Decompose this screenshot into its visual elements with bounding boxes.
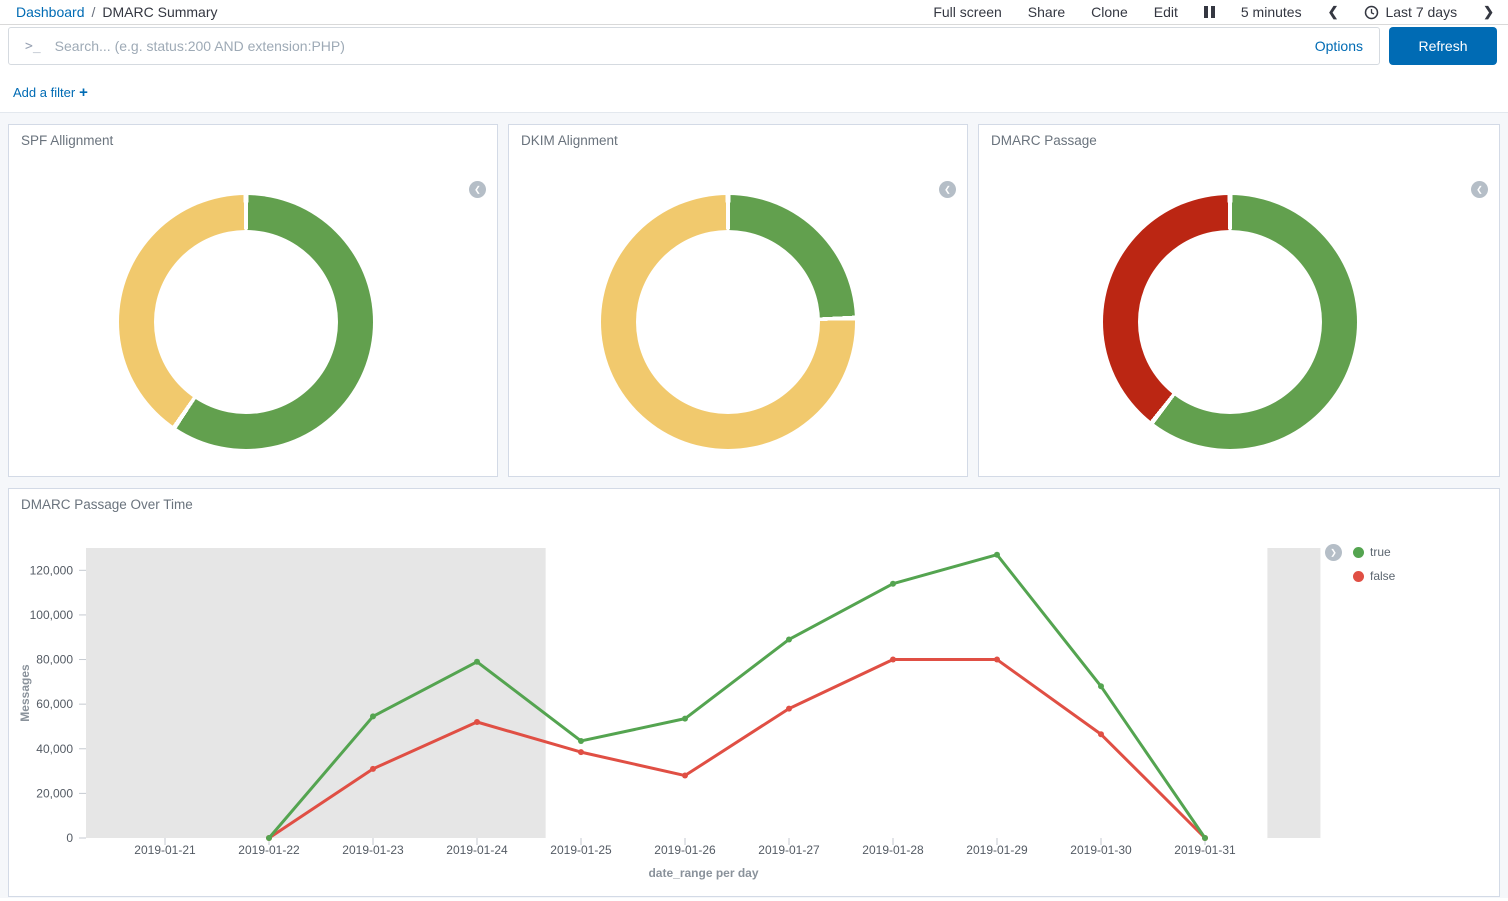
legend-collapse-button[interactable]: ❮ [469, 181, 486, 198]
options-link[interactable]: Options [1315, 38, 1363, 54]
refresh-interval-button[interactable]: 5 minutes [1241, 4, 1302, 20]
svg-text:date_range per day: date_range per day [648, 866, 758, 880]
svg-text:120,000: 120,000 [30, 563, 74, 577]
pause-icon[interactable] [1204, 6, 1215, 18]
topnav-menu: Full screen Share Clone Edit 5 minutes ❮… [933, 4, 1494, 20]
share-button[interactable]: Share [1028, 4, 1065, 20]
dkim-donut-chart[interactable] [601, 195, 855, 449]
legend-collapse-button[interactable]: ❮ [1471, 181, 1488, 198]
panel-dmarc-over-time: DMARC Passage Over Time ❯ 020,00040,0006… [8, 488, 1500, 897]
svg-text:2019-01-26: 2019-01-26 [654, 843, 716, 857]
panel-title: DMARC Passage [991, 133, 1097, 148]
panel-dkim-alignment: DKIM Alignment ❮ [508, 124, 968, 477]
legend-collapse-button[interactable]: ❮ [939, 181, 956, 198]
panel-title: DKIM Alignment [521, 133, 618, 148]
filter-bar: Add a filter + [13, 84, 88, 101]
legend-item-false[interactable]: false [1353, 569, 1395, 583]
time-forward-chevron-icon[interactable]: ❯ [1483, 4, 1494, 20]
donut-hole [1138, 230, 1322, 414]
svg-text:Messages: Messages [18, 664, 32, 722]
panel-spf-alignment: SPF Allignment ❮ [8, 124, 498, 477]
donut-hole [636, 230, 820, 414]
breadcrumb: Dashboard / DMARC Summary [16, 4, 218, 20]
svg-text:40,000: 40,000 [36, 742, 73, 756]
time-back-chevron-icon[interactable]: ❮ [1328, 4, 1339, 20]
svg-text:0: 0 [66, 831, 73, 845]
chart-legend: true false [1353, 545, 1395, 593]
svg-text:80,000: 80,000 [36, 653, 73, 667]
breadcrumb-separator: / [92, 4, 96, 20]
page-title: DMARC Summary [102, 4, 217, 20]
legend-label: true [1370, 545, 1391, 559]
svg-text:60,000: 60,000 [36, 697, 73, 711]
dmarc-donut-chart[interactable] [1103, 195, 1357, 449]
add-filter-plus-icon[interactable]: + [79, 84, 88, 101]
panel-title: SPF Allignment [21, 133, 113, 148]
refresh-button[interactable]: Refresh [1389, 27, 1497, 65]
time-range-label: Last 7 days [1385, 4, 1457, 20]
panel-dmarc-passage: DMARC Passage ❮ [978, 124, 1500, 477]
fullscreen-button[interactable]: Full screen [933, 4, 1001, 20]
svg-text:2019-01-27: 2019-01-27 [758, 843, 820, 857]
svg-text:2019-01-30: 2019-01-30 [1070, 843, 1132, 857]
svg-text:2019-01-25: 2019-01-25 [550, 843, 612, 857]
spf-donut-chart[interactable] [119, 195, 373, 449]
dmarc-over-time-line-chart[interactable]: 0 20,000 40,000 60,000 80,000 100,000 120,000 2… [9, 489, 1501, 896]
donut-hole [154, 230, 338, 414]
svg-text:2019-01-31: 2019-01-31 [1174, 843, 1236, 857]
search-input[interactable] [55, 38, 1303, 54]
svg-text:2019-01-23: 2019-01-23 [342, 843, 404, 857]
svg-text:20,000: 20,000 [36, 786, 73, 800]
svg-text:2019-01-29: 2019-01-29 [966, 843, 1028, 857]
breadcrumb-dashboard-link[interactable]: Dashboard [16, 4, 85, 20]
svg-text:100,000: 100,000 [30, 608, 74, 622]
svg-text:2019-01-22: 2019-01-22 [238, 843, 300, 857]
legend-dot-icon [1353, 547, 1364, 558]
legend-dot-icon [1353, 571, 1364, 582]
query-prompt-icon: >_ [25, 39, 41, 54]
legend-label: false [1370, 569, 1395, 583]
legend-item-true[interactable]: true [1353, 545, 1395, 559]
svg-text:2019-01-24: 2019-01-24 [446, 843, 508, 857]
clone-button[interactable]: Clone [1091, 4, 1128, 20]
svg-text:2019-01-21: 2019-01-21 [134, 843, 196, 857]
search-bar: >_ Options [8, 27, 1380, 65]
clock-icon [1364, 5, 1379, 20]
time-picker-button[interactable]: Last 7 days [1364, 4, 1457, 20]
edit-button[interactable]: Edit [1154, 4, 1178, 20]
top-navbar: Dashboard / DMARC Summary Full screen Sh… [0, 0, 1508, 25]
svg-text:2019-01-28: 2019-01-28 [862, 843, 924, 857]
add-filter-link[interactable]: Add a filter [13, 85, 75, 100]
dashboard-grid: SPF Allignment ❮ DKIM Alignment ❮ DMARC … [0, 112, 1508, 898]
